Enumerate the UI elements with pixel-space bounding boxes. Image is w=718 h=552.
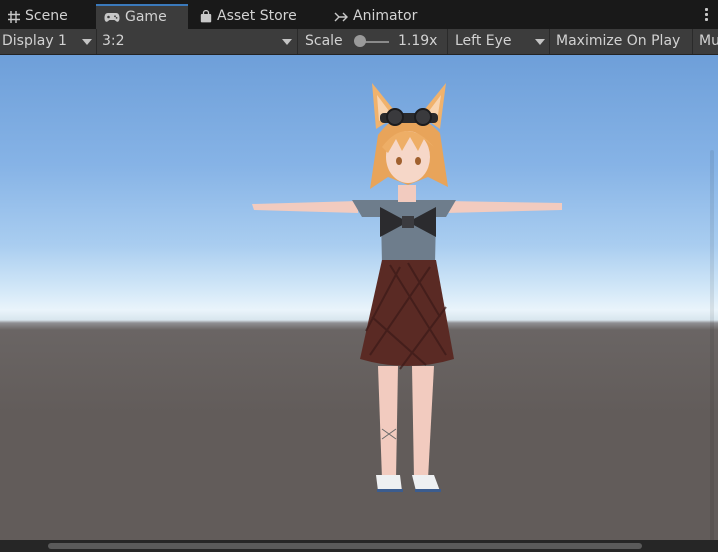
character-model — [252, 83, 562, 492]
chevron-down-icon — [82, 39, 92, 45]
chevron-down-icon — [282, 39, 292, 45]
vertical-scrollbar[interactable] — [708, 150, 716, 552]
tab-asset-store[interactable]: Asset Store — [192, 4, 318, 29]
tab-game[interactable]: Game — [96, 4, 188, 29]
display-dropdown[interactable]: Display 1 — [2, 29, 96, 54]
display-dropdown-value: Display 1 — [2, 33, 67, 49]
scale-label: Scale — [305, 33, 343, 49]
window-menu-icon[interactable] — [705, 8, 709, 22]
tab-scene-label: Scene — [25, 8, 68, 24]
game-toolbar: Display 1 3:2 Scale 1.19x Left Eye Maxim… — [0, 29, 718, 55]
tab-animator-label: Animator — [353, 8, 418, 24]
tab-game-label: Game — [125, 9, 167, 25]
scale-value: 1.19x — [398, 33, 438, 49]
eye-dropdown-value: Left Eye — [455, 33, 512, 49]
aspect-dropdown-value: 3:2 — [102, 33, 125, 49]
aspect-dropdown[interactable]: 3:2 — [102, 29, 296, 54]
horizontal-scrollbar-thumb[interactable] — [48, 543, 642, 549]
horizontal-scrollbar[interactable] — [0, 540, 718, 552]
eye-dropdown[interactable]: Left Eye — [455, 29, 549, 54]
maximize-on-play-button[interactable]: Maximize On Play — [556, 29, 680, 54]
tab-bar: Scene Game Asset Store Animator — [0, 0, 718, 29]
game-view-window: Scene Game Asset Store Animator Display … — [0, 0, 718, 552]
scale-slider-knob[interactable] — [354, 35, 366, 47]
game-viewport[interactable] — [0, 55, 718, 552]
tab-animator[interactable]: Animator — [326, 4, 436, 29]
gamepad-icon — [104, 12, 120, 22]
animator-icon — [334, 12, 348, 21]
tab-scene[interactable]: Scene — [0, 4, 96, 29]
shopping-bag-icon — [200, 10, 212, 23]
grid-icon — [8, 10, 20, 23]
chevron-down-icon — [535, 39, 545, 45]
mute-audio-button[interactable]: Mu — [699, 29, 718, 54]
scrollbar-track — [710, 150, 714, 552]
tab-asset-store-label: Asset Store — [217, 8, 297, 24]
